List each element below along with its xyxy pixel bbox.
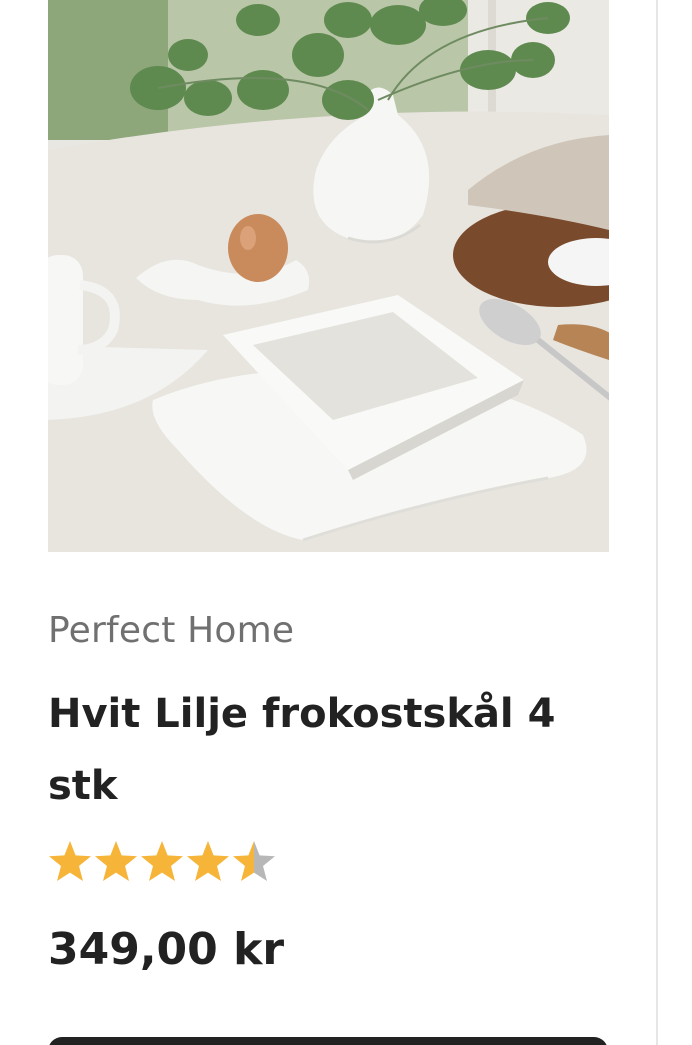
add-to-cart-button[interactable] xyxy=(48,1037,608,1045)
product-image[interactable] xyxy=(48,0,609,552)
star-icon xyxy=(187,841,229,881)
product-price: 349,00 kr xyxy=(48,924,285,975)
star-icon xyxy=(233,841,275,881)
product-page: Perfect Home Hvit Lilje frokostskål 4 st… xyxy=(0,0,692,1045)
brand-name[interactable]: Perfect Home xyxy=(48,610,294,651)
star-rating xyxy=(48,838,276,886)
star-icon xyxy=(49,841,91,881)
scroll-divider xyxy=(656,0,658,1045)
product-title: Hvit Lilje frokostskål 4 stk xyxy=(48,691,556,809)
star-icon xyxy=(141,841,183,881)
star-icon xyxy=(95,841,137,881)
